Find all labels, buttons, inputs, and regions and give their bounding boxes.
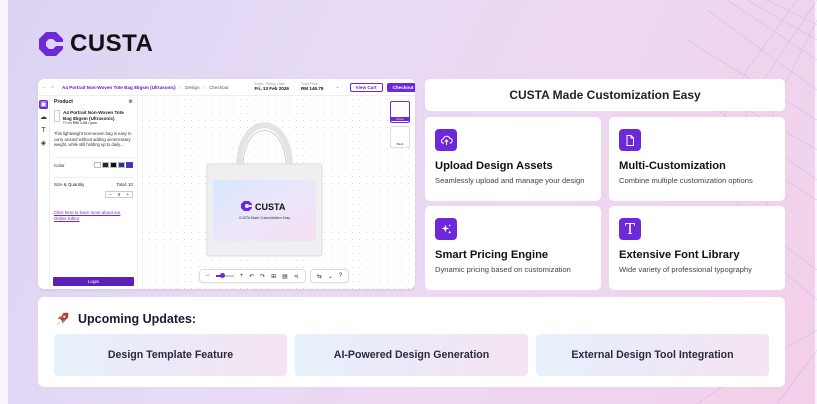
card-title: Upload Design Assets xyxy=(435,160,553,172)
view-front-label: Front xyxy=(391,117,409,121)
price-prefix: From xyxy=(63,121,72,125)
upcoming-updates-section: Upcoming Updates: Design Template Featur… xyxy=(38,297,785,387)
product-panel: Product ⚙ A4 Portrait Non-Woven Tote Bag… xyxy=(50,96,138,289)
font-icon: T xyxy=(619,218,641,240)
product-summary: A4 Portrait Non-Woven Tote Bag 8bgsm (Ul… xyxy=(54,110,133,125)
layers-tool-icon[interactable]: ◈ xyxy=(39,139,48,148)
feature-card-upload: Upload Design Assets Seamlessly upload a… xyxy=(425,117,601,201)
card-title: Extensive Font Library xyxy=(619,249,740,261)
qty-value: 0 xyxy=(117,192,121,198)
total-value: RM 146.79 xyxy=(300,86,324,92)
settings-help-group: ⇆ ⌄ ? xyxy=(309,269,350,283)
product-price: RM 1.08 / pcs xyxy=(72,121,97,125)
total-price: Total Price RM 146.79 xyxy=(300,82,324,92)
settings-icon[interactable]: ⚙ xyxy=(129,99,133,105)
swatch-charcoal[interactable] xyxy=(102,162,109,169)
home-icon[interactable]: ⌂ xyxy=(51,84,54,90)
card-title: Smart Pricing Engine xyxy=(435,249,549,261)
canvas-toolbar: − + ↶ ↷ ⊞ ▤ ⋖ ⇆ ⌄ ? xyxy=(199,269,350,283)
card-subtitle: Combine multiple customization options xyxy=(619,176,753,185)
brand-logo: CUSTA xyxy=(38,30,153,58)
update-item: AI-Powered Design Generation xyxy=(295,334,528,376)
text-tool-icon[interactable]: T xyxy=(39,126,48,135)
swatch-indigo[interactable] xyxy=(126,162,133,169)
design-canvas[interactable]: CUSTA CUSTA Made Customization Easy Fron… xyxy=(139,96,415,289)
panel-title: Product xyxy=(54,99,73,105)
updates-header: Upcoming Updates: xyxy=(54,311,196,327)
breadcrumb-checkout[interactable]: Checkout xyxy=(209,85,228,90)
view-back-label: Back xyxy=(396,142,404,146)
swatch-navy[interactable] xyxy=(118,162,125,169)
card-subtitle: Dynamic pricing based on customization xyxy=(435,265,571,274)
redo-icon[interactable]: ↷ xyxy=(260,273,265,280)
editor-topbar: ← ⌂ A4 Portrait Non-Woven Tote Bag 8bgsm… xyxy=(38,79,415,96)
size-quantity-row: Size & Quantity Total: 10 xyxy=(54,177,133,187)
feature-card-fonts: T Extensive Font Library Wide variety of… xyxy=(609,206,785,290)
card-subtitle: Seamlessly upload and manage your design xyxy=(435,176,585,185)
editor-screenshot: ← ⌂ A4 Portrait Non-Woven Tote Bag 8bgsm… xyxy=(38,79,415,289)
color-row: Color xyxy=(54,157,133,169)
rocket-icon xyxy=(56,312,69,325)
card-title: Multi-Customization xyxy=(619,160,726,172)
product-name: A4 Portrait Non-Woven Tote Bag 8bgsm (Ul… xyxy=(63,110,124,121)
pickup-date: Estim. Pickup Date Fri, 13 Feb 2026 xyxy=(254,82,289,92)
view-front[interactable]: Front xyxy=(390,101,410,123)
view-back[interactable]: Back xyxy=(390,126,410,148)
view-selector: Front Back xyxy=(390,101,410,151)
bag-brand-text: CUSTA xyxy=(255,202,286,212)
preview-icon[interactable]: ⊞ xyxy=(271,273,276,280)
update-item: Design Template Feature xyxy=(54,334,287,376)
chevron-down-icon[interactable]: ⌄ xyxy=(328,273,333,280)
minus-icon[interactable]: − xyxy=(109,192,112,197)
bag-tagline-text: CUSTA Made Customization Easy xyxy=(239,216,291,220)
brand-name: CUSTA xyxy=(70,30,154,57)
update-item: External Design Tool Integration xyxy=(536,334,769,376)
breadcrumb-design[interactable]: Design xyxy=(185,85,199,90)
breadcrumb-product[interactable]: A4 Portrait Non-Woven Tote Bag 8bgsm (Ul… xyxy=(62,85,176,90)
help-link[interactable]: Click here to learn more about our Onlin… xyxy=(54,210,133,221)
view-cart-button[interactable]: View Cart xyxy=(349,82,383,92)
document-icon xyxy=(619,129,641,151)
cloud-upload-icon xyxy=(435,129,457,151)
editor-tool-rail: ▣ ☁ T ◈ xyxy=(38,96,50,289)
zoom-out-icon[interactable]: − xyxy=(206,273,210,279)
share-icon[interactable]: ⋖ xyxy=(294,273,299,280)
headline-banner: CUSTA Made Customization Easy xyxy=(425,79,785,111)
zoom-history-group: − + ↶ ↷ ⊞ ▤ ⋖ xyxy=(199,269,306,283)
total-qty: Total: 10 xyxy=(116,182,133,188)
zoom-slider[interactable] xyxy=(215,273,234,278)
tote-bag-mockup: CUSTA CUSTA Made Customization Easy xyxy=(206,122,323,257)
plus-icon[interactable]: + xyxy=(126,192,129,197)
color-swatches xyxy=(94,162,133,169)
updates-title: Upcoming Updates: xyxy=(78,312,197,326)
chevron-down-icon[interactable]: ⌄ xyxy=(335,84,339,90)
login-button[interactable]: Login xyxy=(53,277,134,286)
swatch-black[interactable] xyxy=(110,162,117,169)
checkout-button[interactable]: Checkout xyxy=(386,82,415,92)
adjust-icon[interactable]: ⇆ xyxy=(317,273,322,280)
swatch-white[interactable] xyxy=(94,162,101,169)
feature-card-multi: Multi-Customization Combine multiple cus… xyxy=(609,117,785,201)
pickup-value: Fri, 13 Feb 2026 xyxy=(254,86,289,92)
size-label: Size & Quantity xyxy=(54,182,85,188)
product-description: This lightweight non-woven bag is easy t… xyxy=(54,131,132,148)
undo-icon[interactable]: ↶ xyxy=(249,273,254,280)
back-arrow-icon[interactable]: ← xyxy=(42,84,47,90)
help-icon[interactable]: ? xyxy=(339,273,342,279)
sparkles-icon xyxy=(435,218,457,240)
color-label: Color xyxy=(54,162,65,168)
breadcrumb-separator: › xyxy=(179,84,182,90)
upload-tool-icon[interactable]: ☁ xyxy=(39,113,48,122)
card-subtitle: Wide variety of professional typography xyxy=(619,265,752,274)
product-thumbnail xyxy=(54,110,60,122)
product-tool-icon[interactable]: ▣ xyxy=(39,100,48,109)
feature-card-pricing: Smart Pricing Engine Dynamic pricing bas… xyxy=(425,206,601,290)
quantity-stepper[interactable]: − 0 + xyxy=(105,191,133,199)
save-icon[interactable]: ▤ xyxy=(282,273,288,280)
breadcrumb-separator: › xyxy=(203,84,206,90)
zoom-in-icon[interactable]: + xyxy=(240,273,244,279)
custa-logo-icon xyxy=(39,32,63,56)
